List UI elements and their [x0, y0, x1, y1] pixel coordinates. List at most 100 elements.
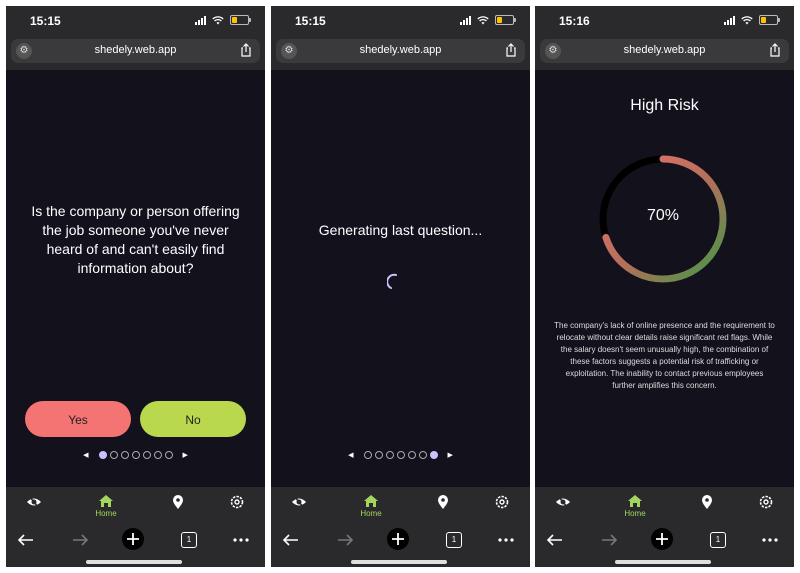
pager-dot[interactable] — [164, 451, 173, 459]
battery-icon — [230, 15, 251, 25]
browser-url-bar: ⚙ shedely.web.app — [6, 36, 265, 70]
nav-settings[interactable] — [482, 487, 522, 523]
app-bottom-nav: Home — [535, 487, 794, 523]
pager-dot[interactable] — [374, 451, 383, 459]
more-dots-icon[interactable] — [229, 529, 253, 551]
home-indicator — [615, 560, 711, 564]
pager-dot[interactable] — [142, 451, 151, 459]
battery-icon — [759, 15, 780, 25]
location-pin-icon — [702, 495, 712, 509]
back-arrow-icon[interactable] — [543, 529, 567, 551]
nav-home[interactable]: Home — [615, 487, 655, 523]
nav-home[interactable]: Home — [86, 487, 126, 523]
address-field[interactable]: ⚙ shedely.web.app — [11, 39, 260, 63]
pager-dot[interactable] — [131, 451, 140, 459]
forward-arrow-icon[interactable] — [68, 529, 92, 551]
wifi-icon — [477, 15, 489, 24]
pager-dot[interactable] — [120, 451, 129, 459]
url-text: shedely.web.app — [623, 44, 706, 56]
question-pager: ◀ ▶ — [6, 451, 265, 459]
nav-hidden-mode[interactable] — [279, 487, 319, 523]
back-arrow-icon[interactable] — [14, 529, 38, 551]
nav-hidden-mode[interactable] — [543, 487, 583, 523]
pager-dot[interactable] — [407, 451, 416, 459]
nav-location[interactable] — [423, 487, 463, 523]
wifi-icon — [741, 15, 753, 24]
risk-percent-text: 70% — [646, 207, 680, 224]
nav-location[interactable] — [687, 487, 727, 523]
previous-arrow-icon[interactable]: ◀ — [83, 451, 88, 459]
main-content: Generating last question... ◀ ▶ — [271, 70, 530, 487]
settings-gear-icon — [495, 495, 509, 509]
tabs-count-icon[interactable]: 1 — [710, 532, 726, 548]
status-bar: 15:15 — [6, 6, 265, 36]
signal-icon — [195, 15, 206, 25]
pager-dot[interactable] — [396, 451, 405, 459]
phone-screen-result: 15:16 ⚙ shedely.web.app High Risk 70% Th… — [535, 6, 794, 567]
status-time: 15:15 — [30, 14, 61, 28]
nav-home-label: Home — [624, 509, 646, 518]
new-tab-plus-icon[interactable] — [122, 528, 144, 550]
pager-dot[interactable] — [385, 451, 394, 459]
location-pin-icon — [438, 495, 448, 509]
share-icon[interactable] — [238, 42, 254, 58]
address-field[interactable]: ⚙ shedely.web.app — [276, 39, 525, 63]
new-tab-plus-icon[interactable] — [387, 528, 409, 550]
url-text: shedely.web.app — [94, 44, 177, 56]
pager-dot[interactable] — [363, 451, 372, 459]
forward-arrow-icon[interactable] — [333, 529, 357, 551]
home-icon — [99, 495, 113, 507]
pager-dot[interactable] — [153, 451, 162, 459]
nav-hidden-mode[interactable] — [14, 487, 54, 523]
next-arrow-icon[interactable]: ▶ — [448, 451, 453, 459]
yes-button[interactable]: Yes — [25, 401, 131, 437]
nav-home[interactable]: Home — [351, 487, 391, 523]
nav-location[interactable] — [158, 487, 198, 523]
home-indicator — [351, 560, 447, 564]
phone-screen-generating: 15:15 ⚙ shedely.web.app Generating last … — [271, 6, 530, 567]
risk-level-title: High Risk — [630, 97, 699, 114]
app-bottom-nav: Home — [6, 487, 265, 523]
home-indicator — [86, 560, 182, 564]
nav-home-label: Home — [95, 509, 117, 518]
forward-arrow-icon[interactable] — [597, 529, 621, 551]
more-dots-icon[interactable] — [758, 529, 782, 551]
risk-explanation-text: The company's lack of online presence an… — [554, 321, 775, 390]
tabs-count-icon[interactable]: 1 — [446, 532, 462, 548]
no-button[interactable]: No — [140, 401, 246, 437]
battery-icon — [495, 15, 516, 25]
phone-screen-question: 15:15 ⚙ shedely.web.app Is the company o… — [6, 6, 265, 567]
previous-arrow-icon[interactable]: ◀ — [348, 451, 353, 459]
browser-url-bar: ⚙ shedely.web.app — [535, 36, 794, 70]
eye-slash-icon — [556, 495, 570, 509]
app-bottom-nav: Home — [271, 487, 530, 523]
next-arrow-icon[interactable]: ▶ — [183, 451, 188, 459]
settings-gear-icon — [230, 495, 244, 509]
pager-dot[interactable] — [98, 451, 107, 459]
question-text: Is the company or person offering the jo… — [31, 203, 240, 276]
browser-toolbar: 1 — [6, 523, 265, 567]
location-pin-icon — [173, 495, 183, 509]
main-content: High Risk 70% The company's lack of onli… — [535, 70, 794, 487]
eye-slash-icon — [27, 495, 41, 509]
eye-slash-icon — [292, 495, 306, 509]
status-bar: 15:15 — [271, 6, 530, 36]
status-icons — [460, 15, 516, 25]
nav-settings[interactable] — [746, 487, 786, 523]
pager-dot[interactable] — [429, 451, 438, 459]
more-dots-icon[interactable] — [494, 529, 518, 551]
pager-dot[interactable] — [109, 451, 118, 459]
settings-gear-icon — [759, 495, 773, 509]
new-tab-plus-icon[interactable] — [651, 528, 673, 550]
status-bar: 15:16 — [535, 6, 794, 36]
share-icon[interactable] — [767, 42, 783, 58]
nav-home-label: Home — [360, 509, 382, 518]
back-arrow-icon[interactable] — [279, 529, 303, 551]
status-icons — [195, 15, 251, 25]
address-field[interactable]: ⚙ shedely.web.app — [540, 39, 789, 63]
nav-settings[interactable] — [217, 487, 257, 523]
share-icon[interactable] — [503, 42, 519, 58]
home-icon — [364, 495, 378, 507]
tabs-count-icon[interactable]: 1 — [181, 532, 197, 548]
pager-dot[interactable] — [418, 451, 427, 459]
